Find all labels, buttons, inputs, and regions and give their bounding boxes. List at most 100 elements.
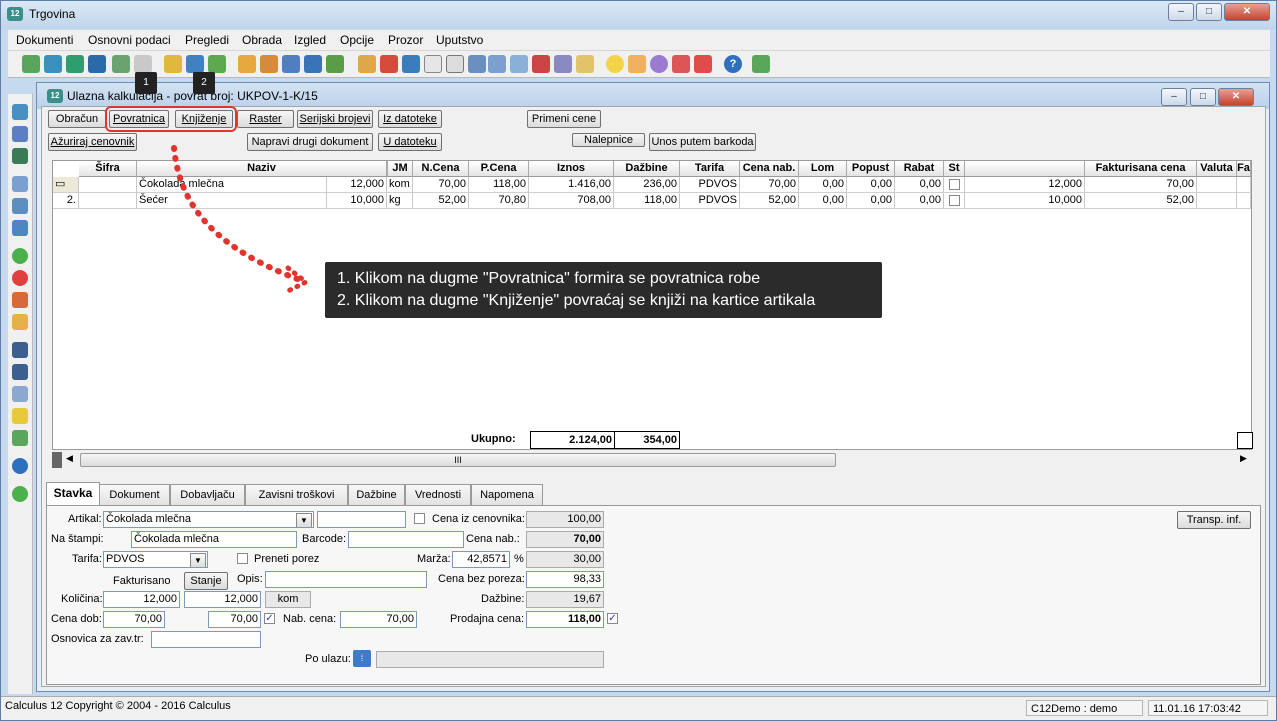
binoculars-icon[interactable]	[12, 342, 28, 358]
menu-dokumenti[interactable]: Dokumenti	[16, 33, 73, 47]
cell-dazbine[interactable]: 236,00	[614, 177, 680, 193]
header-rabat[interactable]: Rabat	[895, 161, 944, 177]
header-jm[interactable]: JM	[387, 161, 413, 177]
tag-icon[interactable]	[628, 55, 646, 73]
opis-field[interactable]	[265, 571, 427, 588]
horizontal-scrollbar[interactable]: ◀ III ▶	[52, 452, 1252, 469]
menu-pregledi[interactable]: Pregledi	[185, 33, 229, 47]
filter-icon[interactable]	[12, 408, 28, 424]
header-popust[interactable]: Popust	[847, 161, 895, 177]
preneti-porez-checkbox[interactable]	[237, 553, 248, 564]
stanje-button[interactable]: Stanje	[184, 572, 228, 590]
back-arrow-icon[interactable]	[12, 292, 28, 308]
doc-list-icon[interactable]	[12, 126, 28, 142]
header-tarifa[interactable]: Tarifa	[680, 161, 740, 177]
header-pcena[interactable]: P.Cena	[469, 161, 529, 177]
cell-lom[interactable]: 0,00	[799, 177, 847, 193]
kolicina-stanje-field[interactable]: 12,000	[184, 591, 261, 608]
kolicina-field[interactable]: 12,000	[103, 591, 180, 608]
prodajna-cena-field[interactable]: 118,00	[526, 611, 604, 628]
cell-popust[interactable]: 0,00	[847, 177, 895, 193]
forward-icon[interactable]	[12, 486, 28, 502]
cell-jm[interactable]: kg	[387, 193, 413, 209]
raster-button[interactable]: Raster	[237, 110, 294, 128]
header-fkol[interactable]	[965, 161, 1085, 177]
refresh-icon[interactable]	[66, 55, 84, 73]
calculator-icon[interactable]	[672, 55, 690, 73]
menu-opcije[interactable]: Opcije	[340, 33, 374, 47]
remove-icon[interactable]	[12, 270, 28, 286]
cell-rabat[interactable]: 0,00	[895, 177, 944, 193]
chevron-down-icon[interactable]: ▼	[190, 553, 206, 567]
cell-pcena[interactable]: 70,80	[469, 193, 529, 209]
scroll-thumb[interactable]: III	[80, 453, 836, 467]
artikal-field[interactable]: Čokolada mlečna ▼	[103, 511, 314, 528]
serijski-brojevi-button[interactable]: Serijski brojevi	[297, 110, 373, 128]
iz-datoteke-button[interactable]: Iz datoteke	[378, 110, 442, 128]
scroll-left-arrow-icon[interactable]: ◀	[66, 453, 73, 464]
cell-pcena[interactable]: 118,00	[469, 177, 529, 193]
gear-icon[interactable]	[650, 55, 668, 73]
tab-stavka[interactable]: Stavka	[46, 482, 100, 506]
note-icon[interactable]	[576, 55, 594, 73]
doc-minimize-button[interactable]: ‒	[1161, 88, 1187, 106]
menu-prozor[interactable]: Prozor	[388, 33, 423, 47]
cell-lom[interactable]: 0,00	[799, 193, 847, 209]
cena-dob2-field[interactable]: 70,00	[208, 611, 261, 628]
cell-jm[interactable]: kom	[387, 177, 413, 193]
cell-iznos[interactable]: 708,00	[529, 193, 614, 209]
cell-iznos[interactable]: 1.416,00	[529, 177, 614, 193]
collapse-icon[interactable]	[12, 430, 28, 446]
preview-icon[interactable]	[12, 198, 28, 214]
doc-gray-icon[interactable]	[134, 55, 152, 73]
osnovica-field[interactable]	[151, 631, 261, 648]
artikal-code-field[interactable]	[317, 511, 406, 528]
print-doc-icon[interactable]	[380, 55, 398, 73]
tab-vrednosti[interactable]: Vrednosti	[405, 484, 471, 505]
printer-icon[interactable]	[12, 176, 28, 192]
menu-obrada[interactable]: Obrada	[242, 33, 282, 47]
unos-putem-barkoda-button[interactable]: Unos putem barkoda	[649, 133, 756, 151]
cena-bez-poreza-field[interactable]: 98,33	[526, 571, 604, 588]
grid-icon[interactable]	[488, 55, 506, 73]
cell-dazbine[interactable]: 118,00	[614, 193, 680, 209]
po-ulazu-icon[interactable]: ⁞	[353, 650, 371, 667]
cell-rabat[interactable]: 0,00	[895, 193, 944, 209]
tab-napomena[interactable]: Napomena	[471, 484, 543, 505]
prodajna-cena-checkbox[interactable]	[607, 613, 618, 624]
cell-fkol[interactable]: 10,000	[965, 193, 1085, 209]
diamond-icon[interactable]	[694, 55, 712, 73]
close-doc-icon[interactable]	[532, 55, 550, 73]
print-icon[interactable]	[402, 55, 420, 73]
folder-icon[interactable]	[164, 55, 182, 73]
header-iznos[interactable]: Iznos	[529, 161, 614, 177]
info-icon[interactable]	[12, 458, 28, 474]
tarifa-field[interactable]: PDVOS ▼	[103, 551, 208, 568]
header-lom[interactable]: Lom	[799, 161, 847, 177]
sum-icon[interactable]	[424, 55, 442, 73]
cell-kolicina[interactable]: 12,000	[327, 177, 387, 193]
cell-tarifa[interactable]: PDVOS	[680, 177, 740, 193]
header-valuta[interactable]: Valuta	[1197, 161, 1237, 177]
pencil-icon[interactable]	[12, 314, 28, 330]
edit-icon[interactable]	[238, 55, 256, 73]
barcode-field[interactable]	[348, 531, 464, 548]
cell-st-checkbox[interactable]	[944, 177, 965, 193]
cell-cena-nab[interactable]: 70,00	[740, 177, 799, 193]
cell-popust[interactable]: 0,00	[847, 193, 895, 209]
columns-icon[interactable]	[468, 55, 486, 73]
report-icon[interactable]	[304, 55, 322, 73]
doc-maximize-button[interactable]: □	[1190, 88, 1216, 106]
save-icon[interactable]	[12, 104, 28, 120]
menu-izgled[interactable]: Izgled	[294, 33, 326, 47]
list-icon[interactable]	[554, 55, 572, 73]
tab-dokument[interactable]: Dokument	[99, 484, 170, 505]
nab-cena-field[interactable]: 70,00	[340, 611, 417, 628]
exit-icon[interactable]	[752, 55, 770, 73]
transp-inf-button[interactable]: Transp. inf.	[1177, 511, 1251, 529]
menu-uputstvo[interactable]: Uputstvo	[436, 33, 483, 47]
cell-kolicina[interactable]: 10,000	[327, 193, 387, 209]
cell-tarifa[interactable]: PDVOS	[680, 193, 740, 209]
users-icon[interactable]	[12, 220, 28, 236]
table-doc-icon[interactable]	[12, 148, 28, 164]
